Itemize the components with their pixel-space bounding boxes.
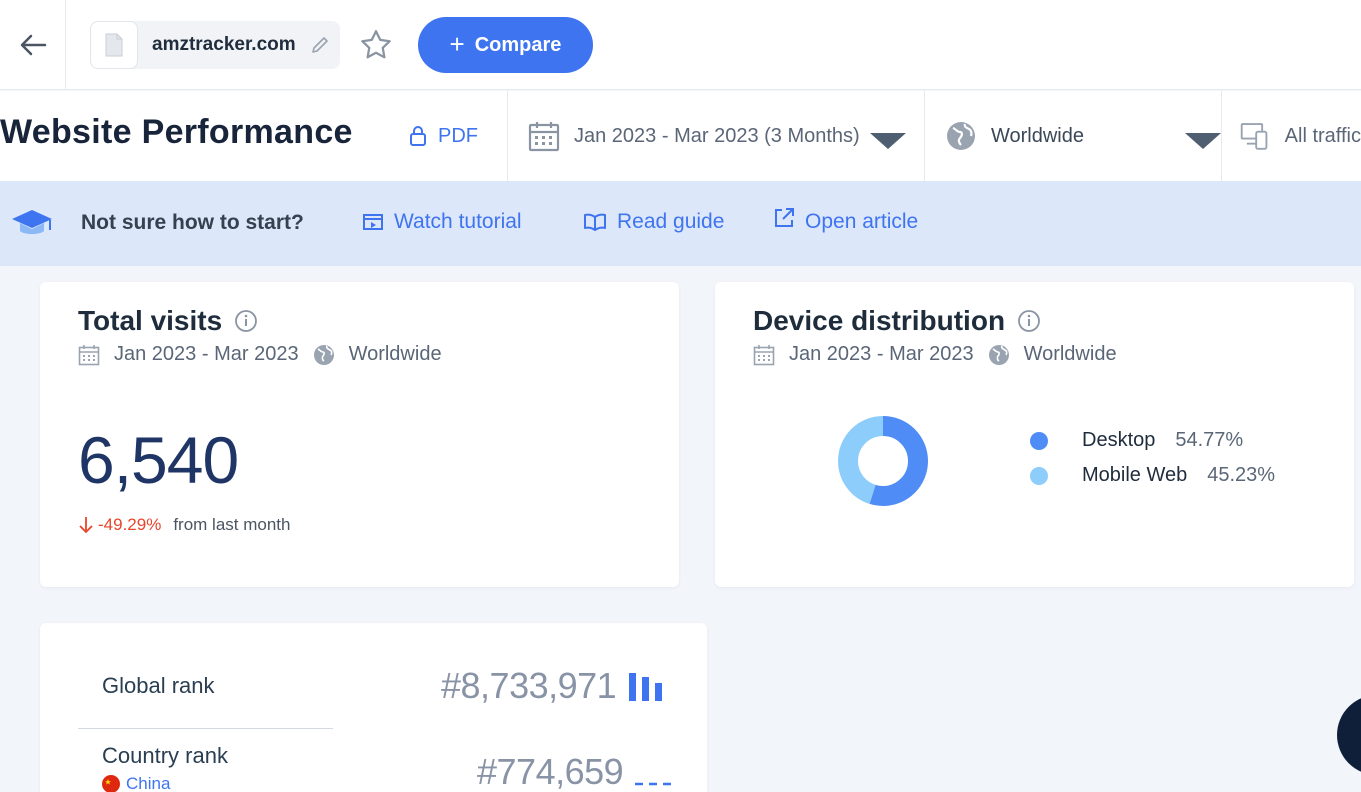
visits-change: -49.29% from last month xyxy=(78,515,290,535)
back-button[interactable] xyxy=(0,0,66,90)
change-down: -49.29% xyxy=(78,515,161,535)
legend-dot-desktop xyxy=(1030,431,1048,450)
device-date: Jan 2023 - Mar 2023 xyxy=(789,343,974,365)
calendar-icon xyxy=(528,122,560,152)
watch-tutorial-link[interactable]: Watch tutorial xyxy=(362,210,522,234)
date-range-filter[interactable]: Jan 2023 - Mar 2023 (3 Months) xyxy=(507,91,925,181)
device-donut-chart xyxy=(838,416,928,506)
date-range-value: Jan 2023 - Mar 2023 (3 Months) xyxy=(574,124,860,147)
global-rank-value: #8,733,971 xyxy=(441,665,617,706)
compare-button[interactable]: + Compare xyxy=(418,17,593,73)
traffic-value: All traffic xyxy=(1284,124,1361,147)
total-visits-card: Total visits Jan 2023 - Mar 2023 Worldwi… xyxy=(40,282,679,587)
total-visits-title-row: Total visits xyxy=(78,305,258,337)
divider xyxy=(78,728,333,729)
page-title: Website Performance xyxy=(0,113,353,151)
chevron-down-icon xyxy=(1185,133,1221,149)
total-visits-date: Jan 2023 - Mar 2023 xyxy=(114,343,299,365)
globe-icon xyxy=(947,122,975,150)
edit-icon[interactable] xyxy=(310,35,330,55)
calendar-icon xyxy=(78,344,100,365)
calendar-icon xyxy=(753,344,775,365)
filter-bar: Website Performance PDF Jan 2023 - Mar 2… xyxy=(0,91,1361,181)
device-title-row: Device distribution xyxy=(753,305,1041,337)
star-icon[interactable] xyxy=(358,27,394,68)
open-article-label: Open article xyxy=(805,210,919,233)
legend-label-mobile: Mobile Web xyxy=(1082,464,1188,486)
globe-icon xyxy=(313,344,334,365)
external-link-icon xyxy=(775,208,794,227)
legend-pct-desktop: 54.77% xyxy=(1175,429,1244,451)
global-rank-label: Global rank xyxy=(102,673,215,698)
traffic-filter[interactable]: All traffic xyxy=(1221,91,1361,181)
country-rank-label: Country rank xyxy=(102,743,228,768)
total-visits-geo: Worldwide xyxy=(348,343,442,365)
file-icon xyxy=(105,33,123,57)
arrow-left-icon xyxy=(20,34,46,56)
legend-dot-mobile xyxy=(1030,466,1048,485)
arrow-down-icon xyxy=(79,517,93,534)
help-banner: Not sure how to start? Watch tutorial Re… xyxy=(0,181,1361,266)
favicon xyxy=(90,21,138,69)
total-visits-value: 6,540 xyxy=(78,423,239,497)
total-visits-title: Total visits xyxy=(78,305,223,336)
country-filter[interactable]: Worldwide xyxy=(924,91,1222,181)
help-question: Not sure how to start? xyxy=(81,211,304,234)
pdf-label: PDF xyxy=(438,124,478,147)
ranks-card: Global rank #8,733,971 Country rank Chin… xyxy=(40,623,707,792)
info-icon[interactable] xyxy=(1017,309,1041,333)
legend-label-desktop: Desktop xyxy=(1082,429,1156,451)
legend-pct-mobile: 45.23% xyxy=(1207,464,1276,486)
watch-tutorial-label: Watch tutorial xyxy=(394,210,522,233)
china-flag-icon xyxy=(102,775,120,792)
legend-desktop: Desktop 54.77% xyxy=(1030,429,1243,452)
compare-label: Compare xyxy=(474,33,562,56)
lock-icon xyxy=(410,126,426,146)
top-bar: amztracker.com + Compare xyxy=(0,0,1361,90)
device-meta: Jan 2023 - Mar 2023 Worldwide xyxy=(753,343,1117,366)
change-suffix: from last month xyxy=(173,515,291,534)
info-icon[interactable] xyxy=(234,309,258,333)
devices-icon xyxy=(1240,123,1268,150)
video-icon xyxy=(363,214,383,230)
open-article-link[interactable]: Open article xyxy=(773,208,919,234)
book-icon xyxy=(584,213,606,231)
plus-icon: + xyxy=(449,28,465,59)
country-value: Worldwide xyxy=(991,124,1084,147)
pdf-button[interactable]: PDF xyxy=(408,124,478,148)
country-name: China xyxy=(126,774,171,792)
chevron-down-icon xyxy=(870,133,906,149)
site-name: amztracker.com xyxy=(152,34,296,55)
read-guide-label: Read guide xyxy=(617,210,725,233)
trend-dashes-icon[interactable] xyxy=(635,781,673,787)
device-geo: Worldwide xyxy=(1023,343,1117,365)
chat-button[interactable] xyxy=(1337,695,1361,775)
device-distribution-title: Device distribution xyxy=(753,305,1006,336)
globe-icon xyxy=(988,344,1009,365)
country-link[interactable]: China xyxy=(102,774,170,792)
site-selector[interactable]: amztracker.com xyxy=(90,21,340,69)
total-visits-meta: Jan 2023 - Mar 2023 Worldwide xyxy=(78,343,442,366)
graduation-cap-icon xyxy=(12,210,52,234)
bar-chart-icon[interactable] xyxy=(628,671,664,701)
country-rank-value: #774,659 xyxy=(477,751,624,792)
device-distribution-card: Device distribution Jan 2023 - Mar 2023 … xyxy=(715,282,1354,587)
read-guide-link[interactable]: Read guide xyxy=(583,210,724,234)
change-value: -49.29% xyxy=(98,515,162,534)
legend-mobile: Mobile Web 45.23% xyxy=(1030,464,1275,487)
